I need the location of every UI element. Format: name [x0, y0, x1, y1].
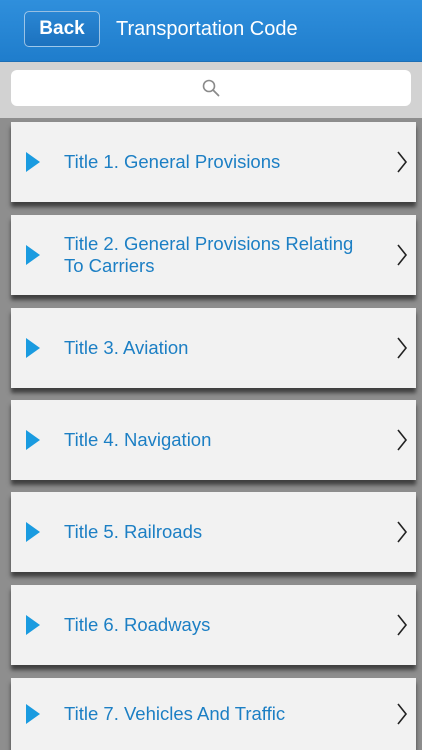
play-triangle-icon: [26, 430, 40, 450]
chevron-right-icon: [397, 244, 408, 266]
search-input[interactable]: [11, 70, 411, 106]
list-item-label: Title 4. Navigation: [64, 429, 212, 450]
chevron-right-icon: [397, 521, 408, 543]
list-item-label: Title 7. Vehicles And Traffic: [64, 703, 286, 724]
list-item-label: Title 2. General Provisions Relating To …: [64, 233, 354, 276]
play-triangle-icon: [26, 704, 40, 724]
page-title: Transportation Code: [116, 18, 298, 40]
back-button[interactable]: Back: [24, 11, 100, 47]
list-item-label: Title 5. Railroads: [64, 521, 203, 542]
play-triangle-icon: [26, 522, 40, 542]
navigation-bar: Back Transportation Code: [0, 0, 422, 62]
chevron-right-icon: [397, 614, 408, 636]
list-item[interactable]: Title 3. Aviation: [11, 308, 416, 388]
chevron-right-icon: [397, 429, 408, 451]
play-triangle-icon: [26, 338, 40, 358]
list-item-label: Title 3. Aviation: [64, 337, 189, 358]
chevron-right-icon: [397, 151, 408, 173]
search-bar: [0, 62, 422, 118]
list-item-label: Title 1. General Provisions: [64, 151, 281, 172]
play-triangle-icon: [26, 615, 40, 635]
chevron-right-icon: [397, 703, 408, 725]
play-triangle-icon: [26, 245, 40, 265]
list-item[interactable]: Title 7. Vehicles And Traffic: [11, 678, 416, 750]
list-item[interactable]: Title 4. Navigation: [11, 400, 416, 480]
search-field-container[interactable]: [11, 70, 411, 106]
list-item-label: Title 6. Roadways: [64, 614, 211, 635]
list-item[interactable]: Title 5. Railroads: [11, 492, 416, 572]
list-item[interactable]: Title 2. General Provisions Relating To …: [11, 215, 416, 295]
play-triangle-icon: [26, 152, 40, 172]
list-item[interactable]: Title 6. Roadways: [11, 585, 416, 665]
chevron-right-icon: [397, 337, 408, 359]
list-item[interactable]: Title 1. General Provisions: [11, 122, 416, 202]
